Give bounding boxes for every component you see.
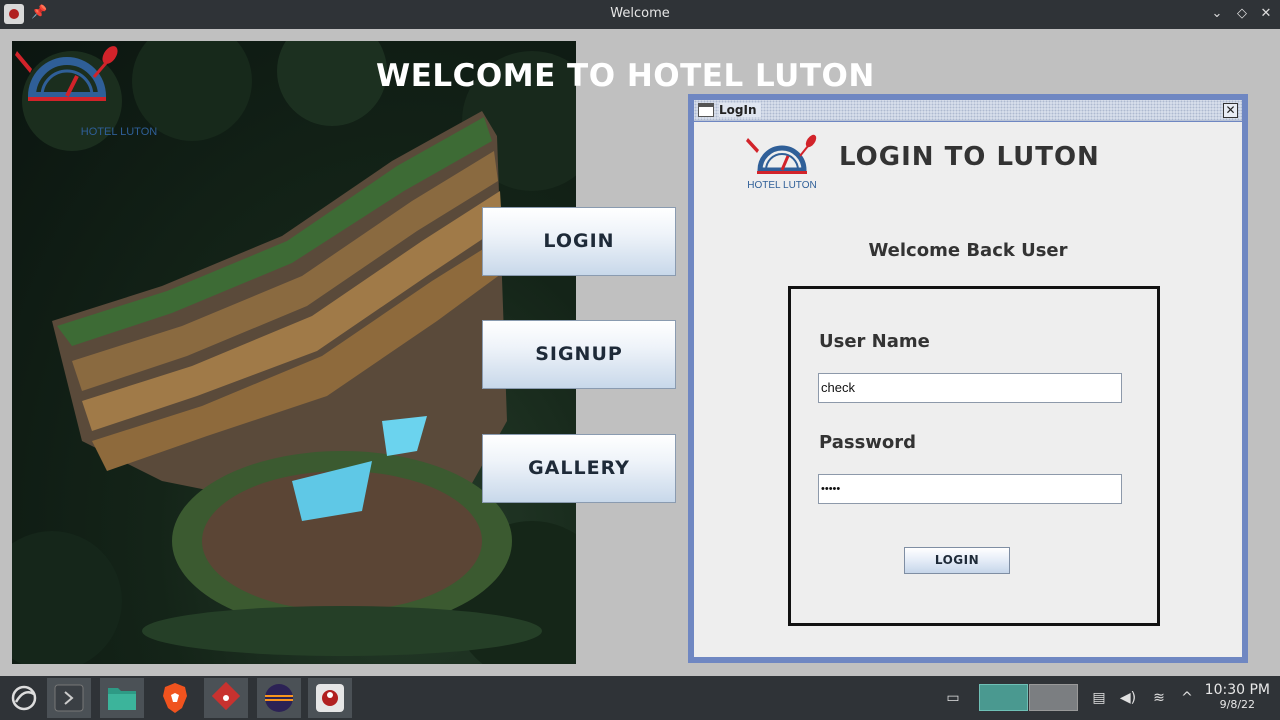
- taskbar: ▭ ▤ ◀) ≋ ^ 10:30 PM 9/8/22: [0, 676, 1280, 720]
- clock-time: 10:30 PM: [1204, 682, 1270, 698]
- window-titlebar[interactable]: 📌 Welcome ⌄ ◇ ✕: [0, 0, 1280, 29]
- gallery-button[interactable]: GALLERY: [482, 434, 676, 503]
- java-app-icon[interactable]: [308, 678, 352, 718]
- window-title: Welcome: [610, 6, 670, 21]
- volume-icon[interactable]: ◀): [1118, 688, 1138, 708]
- hotel-logo-text: HOTEL LUTON: [80, 126, 158, 138]
- welcome-heading: WELCOME TO HOTEL LUTON: [376, 58, 875, 94]
- eclipse-ide-icon[interactable]: [257, 678, 301, 718]
- terminal-icon[interactable]: [47, 678, 91, 718]
- app-launcher-icon[interactable]: [2, 678, 46, 718]
- login-window: LogIn ✕ HOTEL LUTON LOGIN TO LUTON Welco…: [688, 94, 1248, 663]
- username-input[interactable]: check: [818, 373, 1122, 403]
- login-window-titlebar[interactable]: LogIn ✕: [694, 100, 1242, 121]
- close-icon[interactable]: ✕: [1223, 103, 1238, 118]
- login-form: User Name check Password ••••• LOGIN: [788, 286, 1160, 626]
- login-submit-button[interactable]: LOGIN: [904, 547, 1010, 574]
- clipboard-icon[interactable]: ▤: [1089, 688, 1109, 708]
- show-desktop-icon[interactable]: ▭: [943, 688, 963, 708]
- virtual-desktop-2[interactable]: [1029, 684, 1078, 711]
- signup-button[interactable]: SIGNUP: [482, 320, 676, 389]
- login-window-body: HOTEL LUTON LOGIN TO LUTON Welcome Back …: [694, 122, 1242, 657]
- clock[interactable]: 10:30 PM 9/8/22: [1205, 682, 1270, 711]
- file-manager-icon[interactable]: [100, 678, 144, 718]
- minimize-icon[interactable]: ⌄: [1207, 4, 1227, 24]
- login-window-title: LogIn: [719, 103, 761, 117]
- desktop: 📌 Welcome ⌄ ◇ ✕ HOTEL LUTON WELCOME TO H…: [0, 0, 1280, 720]
- clock-date: 9/8/22: [1219, 698, 1256, 711]
- hotel-luton-logo-icon: [15, 46, 118, 101]
- window-icon: [698, 103, 714, 117]
- login-heading: LOGIN TO LUTON: [839, 142, 1100, 172]
- login-button[interactable]: LOGIN: [482, 207, 676, 276]
- brave-browser-icon[interactable]: [153, 678, 197, 718]
- hotel-luton-logo-icon: [746, 134, 817, 174]
- maximize-icon[interactable]: ◇: [1232, 4, 1252, 24]
- close-icon[interactable]: ✕: [1256, 4, 1276, 24]
- password-label: Password: [819, 432, 917, 453]
- virtual-desktop-1[interactable]: [979, 684, 1028, 711]
- welcome-back-text: Welcome Back User: [868, 240, 1068, 261]
- login-logo-text: HOTEL LUTON: [747, 180, 817, 191]
- git-app-icon[interactable]: [204, 678, 248, 718]
- wifi-icon[interactable]: ≋: [1149, 688, 1169, 708]
- username-label: User Name: [819, 331, 930, 352]
- password-input[interactable]: •••••: [818, 474, 1122, 504]
- chevron-up-icon[interactable]: ^: [1177, 688, 1197, 708]
